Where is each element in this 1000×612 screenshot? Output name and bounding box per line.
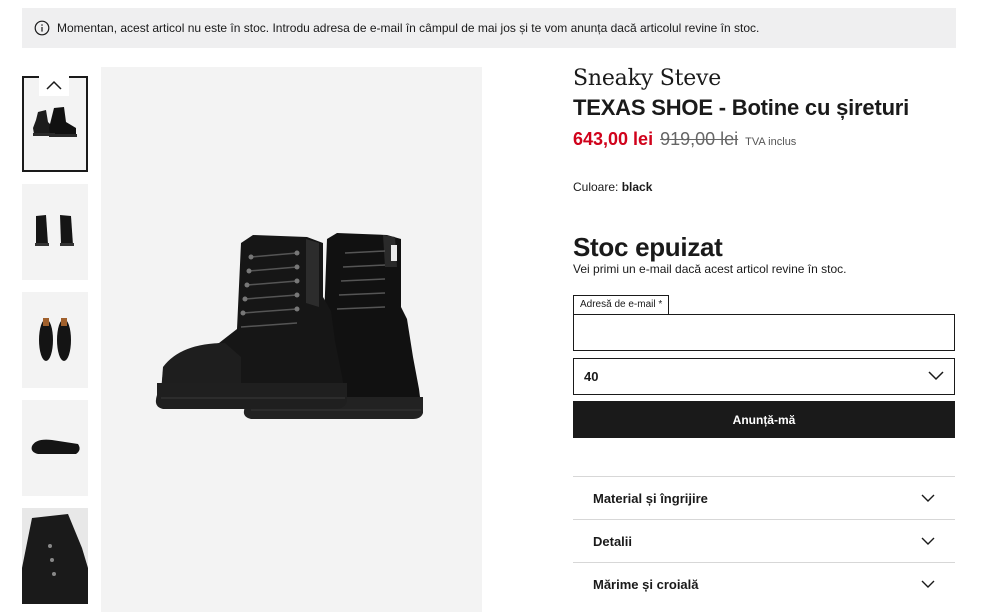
accordion-label: Mărime și croială xyxy=(593,576,699,592)
email-field[interactable] xyxy=(573,314,955,351)
product-info: Sneaky Steve TEXAS SHOE - Botine cu șire… xyxy=(573,66,956,592)
color-label: Culoare: xyxy=(573,180,619,194)
thumbnail-2[interactable] xyxy=(22,184,88,280)
thumbnail-3[interactable] xyxy=(22,292,88,388)
out-of-stock-notice: Momentan, acest articol nu este în stoc.… xyxy=(22,8,956,48)
original-price: 919,00 lei xyxy=(660,129,739,149)
chevron-down-icon xyxy=(921,491,935,506)
current-price: 643,00 lei xyxy=(573,129,654,149)
size-select-value: 40 xyxy=(584,369,599,384)
accordion-details[interactable]: Detalii xyxy=(573,519,955,562)
email-label-text: Adresă de e-mail xyxy=(580,299,656,310)
accordion-size-fit[interactable]: Mărime și croială xyxy=(573,562,955,605)
details-accordion: Material și îngrijire Detalii Mărime și … xyxy=(573,476,955,605)
main-product-image[interactable] xyxy=(101,67,482,612)
stock-status-title: Stoc epuizat xyxy=(573,232,723,262)
stock-status-subtitle: Vei primi un e-mail dacă acest articol r… xyxy=(573,262,847,276)
accordion-label: Detalii xyxy=(593,533,633,549)
accordion-label: Material și îngrijire xyxy=(593,490,708,506)
chevron-down-icon xyxy=(928,369,944,384)
chevron-up-icon[interactable] xyxy=(39,74,69,96)
accordion-material-care[interactable]: Material și îngrijire xyxy=(573,476,955,519)
thumbnail-5[interactable] xyxy=(22,508,88,604)
info-icon xyxy=(34,20,50,36)
notice-text: Momentan, acest articol nu este în stoc.… xyxy=(57,21,760,35)
color-value: black xyxy=(621,180,653,194)
product-title: TEXAS SHOE - Botine cu șireturi xyxy=(573,95,910,120)
required-mark: * xyxy=(658,299,663,310)
notify-me-button[interactable]: Anunță-mă xyxy=(573,401,955,438)
chevron-down-icon xyxy=(921,577,935,592)
thumbnail-4[interactable] xyxy=(22,400,88,496)
color-row: Culoare: black xyxy=(573,180,652,194)
chevron-down-icon xyxy=(921,534,935,549)
vat-note: TVA inclus xyxy=(745,136,797,148)
price-row: 643,00 lei 919,00 lei TVA inclus xyxy=(573,129,956,150)
brand-name[interactable]: Sneaky Steve xyxy=(573,66,956,91)
email-field-label: Adresă de e-mail * xyxy=(573,295,670,314)
size-select[interactable]: 40 xyxy=(573,358,955,395)
